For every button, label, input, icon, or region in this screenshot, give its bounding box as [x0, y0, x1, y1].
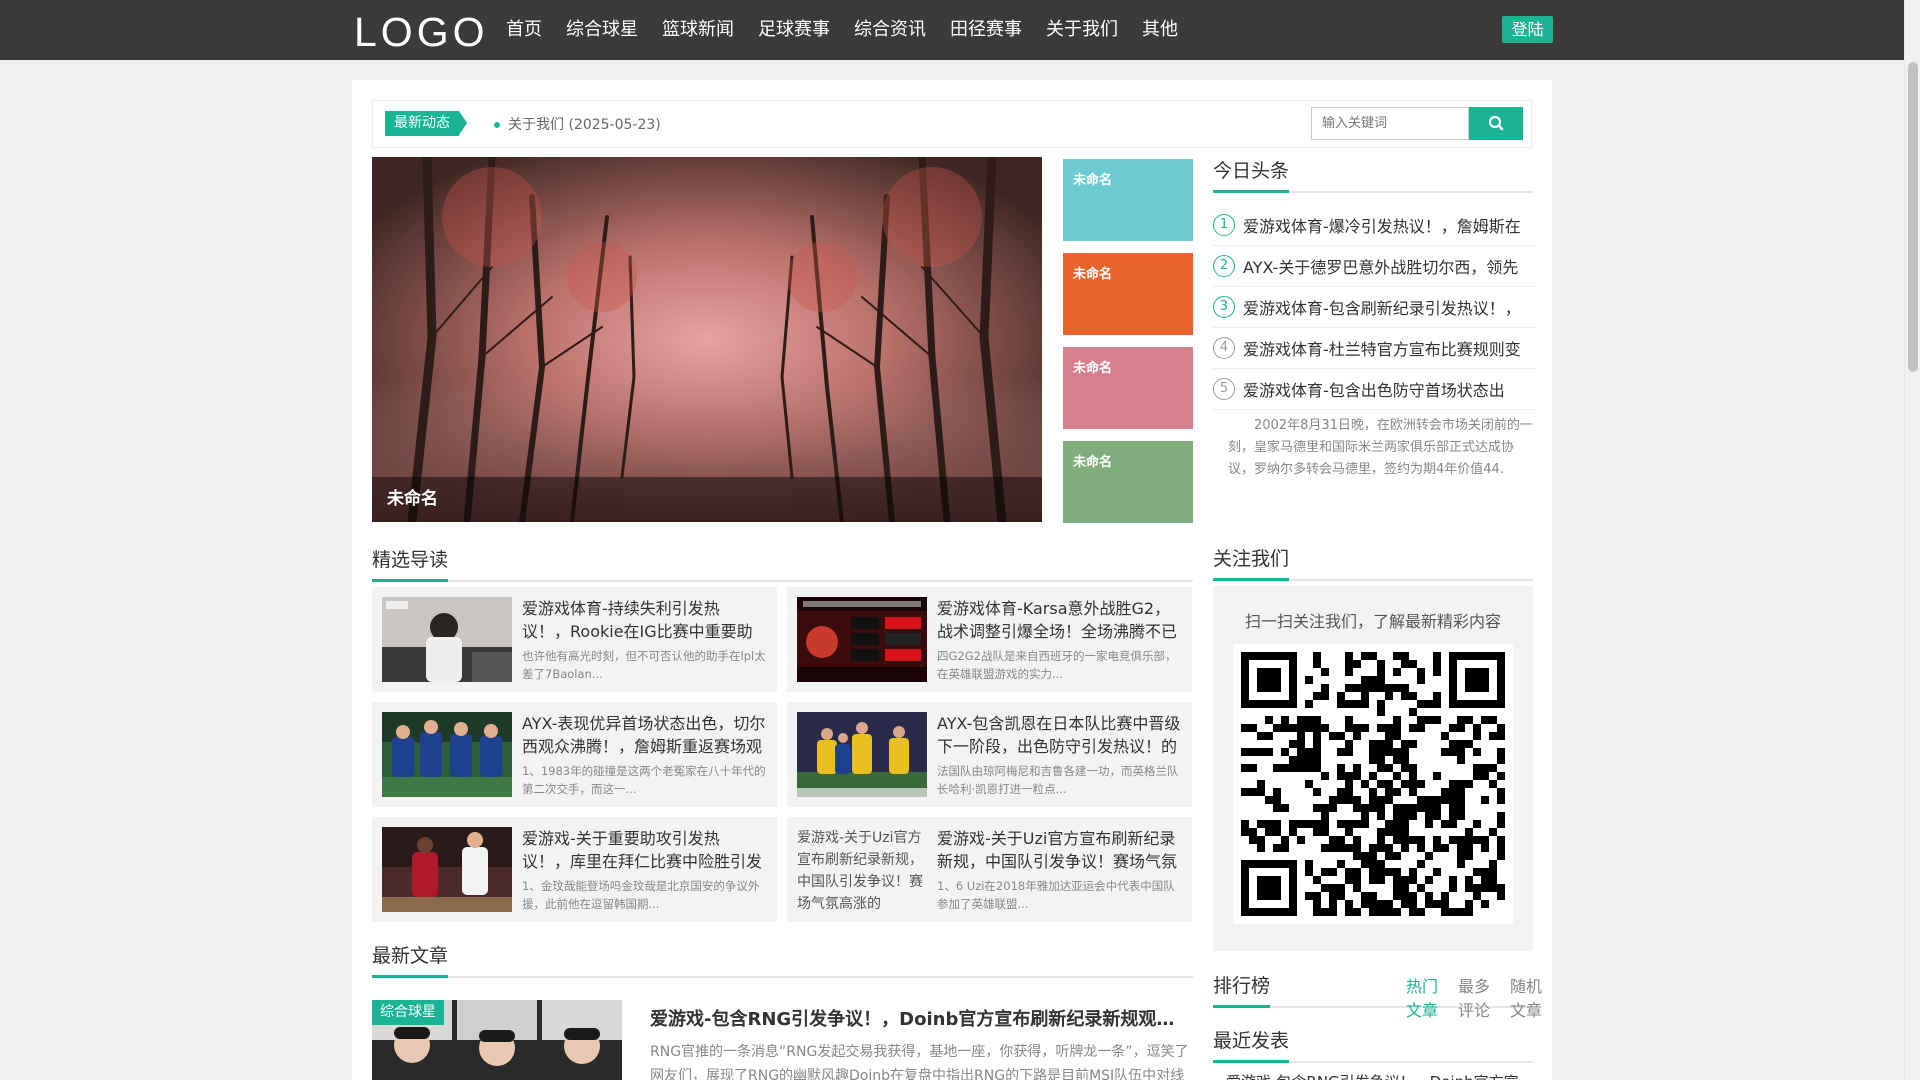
follow-heading: 关注我们 [1213, 541, 1533, 581]
rank-number: 5 [1213, 378, 1235, 400]
article-title: 爱游戏体育-持续失利引发热议！，Rookie在IG比赛中重要助攻 [522, 599, 753, 641]
top-navigation-bar: LOGO 首页 综合球星 篮球新闻 足球赛事 综合资讯 田径赛事 关于我们 其他… [0, 0, 1904, 60]
search-input[interactable] [1311, 107, 1469, 140]
follow-text: 扫一扫关注我们，了解最新精彩内容 [1244, 612, 1501, 631]
featured-card[interactable]: AYX-表现优异首场状态出色，切尔西观众沸腾！，詹姆斯重返赛场观 1、1983年… [372, 702, 777, 807]
tile-2[interactable]: 未命名 [1063, 253, 1193, 335]
tile-label: 未命名 [1073, 455, 1113, 470]
recent-post-link[interactable]: 爱游戏-包含RNG引发争议！，Doinb官方宣 [1226, 1071, 1536, 1080]
tile-label: 未命名 [1073, 361, 1113, 376]
nav-item-about[interactable]: 关于我们 [1034, 0, 1130, 60]
bullet-icon [494, 122, 500, 128]
category-tag[interactable]: 综合球星 [372, 1000, 444, 1025]
article-desc: 法国队由琼阿梅尼和吉鲁各建一功，而英格兰队长哈利·凯恩打进一粒点... [937, 764, 1179, 796]
tab-most-comments[interactable]: 最多评论 [1458, 973, 1500, 1021]
article-thumbnail [382, 597, 512, 682]
hero-slider[interactable]: 未命名 [372, 157, 1042, 522]
featured-card[interactable]: 爱游戏体育-Karsa意外战胜G2，战术调整引爆全场！全场沸腾不已的 四G2G2… [787, 587, 1192, 692]
nav-item-basketball[interactable]: 篮球新闻 [650, 0, 746, 60]
headline-text: 爱游戏体育-爆冷引发热议！，詹姆斯在 [1243, 217, 1521, 236]
article-title: 爱游戏-关于重要助攻引发热议！，库里在拜仁比赛中险胜引发 [522, 829, 763, 871]
broken-image-alt: 爱游戏-关于Uzi官方宣布刷新纪录新规，中国队引发争议！赛场气氛高涨的 [797, 830, 923, 912]
headline-item[interactable]: 4 爱游戏体育-杜兰特官方宣布比赛规则变 [1213, 328, 1535, 369]
tab-hot-articles[interactable]: 热门文章 [1406, 973, 1448, 1021]
page-scrollbar[interactable] [1904, 0, 1920, 1080]
headlines-heading: 今日头条 [1213, 153, 1533, 193]
qr-code [1233, 644, 1513, 924]
featured-card[interactable]: 爱游戏-关于重要助攻引发热议！，库里在拜仁比赛中险胜引发 1、金玟哉能登场吗金玟… [372, 817, 777, 922]
tab-random-articles[interactable]: 随机文章 [1510, 973, 1552, 1021]
headline-item[interactable]: 1 爱游戏体育-爆冷引发热议！，詹姆斯在 [1213, 205, 1535, 246]
scrollbar-thumb[interactable] [1908, 62, 1918, 372]
nav-item-football[interactable]: 足球赛事 [746, 0, 842, 60]
rank-number: 2 [1213, 255, 1235, 277]
search-icon [1488, 115, 1504, 131]
login-button[interactable]: 登陆 [1502, 16, 1553, 43]
latest-news-bar: 最新动态 关于我们 (2025-05-23) [372, 100, 1532, 148]
latest-article-desc: RNG官推的一条消息“RNG发起交易我获得，基地一座，你获得，听牌龙一条”，逗笑… [650, 1044, 1189, 1080]
headline-item[interactable]: 5 爱游戏体育-包含出色防守首场状态出 [1213, 369, 1535, 410]
tile-4[interactable]: 未命名 [1063, 441, 1193, 523]
headline-item[interactable]: 2 AYX-关于德罗巴意外战胜切尔西，领先 [1213, 246, 1535, 287]
slider-caption[interactable]: 未命名 [372, 477, 1042, 522]
search-button[interactable] [1469, 107, 1523, 140]
tile-1[interactable]: 未命名 [1063, 159, 1193, 241]
article-desc: 1、1983年的碰撞是这两个老冤家在八十年代的第二次交手，而这一... [522, 764, 766, 796]
nav-item-athletics[interactable]: 田径赛事 [938, 0, 1034, 60]
latest-article-title[interactable]: 爱游戏-包含RNG引发争议！，Doinb官方宣布刷新纪录新规观众沸腾不已的词条 [650, 1005, 1190, 1031]
tile-3[interactable]: 未命名 [1063, 347, 1193, 429]
article-title: 爱游戏-关于Uzi官方宣布刷新纪录新规，中国队引发争议！赛场气氛 [937, 829, 1178, 871]
nav-item-home[interactable]: 首页 [494, 0, 554, 60]
nav-item-news[interactable]: 综合资讯 [842, 0, 938, 60]
main-container: 最新动态 关于我们 (2025-05-23) 输入关键词 未命名 未命名 未命名… [352, 80, 1552, 1080]
ranking-tabs: 热门文章 最多评论 随机文章 [1406, 973, 1552, 1021]
featured-card[interactable]: 爱游戏体育-持续失利引发热议！，Rookie在IG比赛中重要助攻 也许他有高光时… [372, 587, 777, 692]
headline-item[interactable]: 3 爱游戏体育-包含刷新纪录引发热议！， [1213, 287, 1535, 328]
tile-label: 未命名 [1073, 267, 1113, 282]
headline-text: 爱游戏体育-包含刷新纪录引发热议！， [1243, 299, 1521, 318]
nav-item-stars[interactable]: 综合球星 [554, 0, 650, 60]
article-title: 爱游戏体育-Karsa意外战胜G2，战术调整引爆全场！全场沸腾不已的 [937, 599, 1178, 641]
article-desc: 1、金玟哉能登场吗金玟哉是北京国安的争议外援，此前他在逗留韩国期... [522, 879, 760, 911]
headline-list: 1 爱游戏体育-爆冷引发热议！，詹姆斯在 2 AYX-关于德罗巴意外战胜切尔西，领先… [1213, 205, 1535, 410]
forest-image [372, 157, 1042, 522]
latest-article-image[interactable]: 综合球星 [372, 1000, 622, 1080]
article-thumbnail [382, 712, 512, 797]
featured-card[interactable]: AYX-包含凯恩在日本队比赛中晋级下一阶段，出色防守引发热议！的 法国队由琼阿梅… [787, 702, 1192, 807]
featured-heading: 精选导读 [372, 542, 1193, 582]
headline-text: 爱游戏体育-包含出色防守首场状态出 [1243, 381, 1505, 400]
site-logo[interactable]: LOGO [354, 9, 488, 56]
latest-news-tag: 最新动态 [385, 111, 467, 136]
recent-heading: 最近发表 [1213, 1023, 1533, 1063]
article-thumbnail [382, 827, 512, 912]
main-nav: 首页 综合球星 篮球新闻 足球赛事 综合资讯 田径赛事 关于我们 其他 [494, 0, 1190, 60]
article-desc: 1、6 Uzi在2018年雅加达亚运会中代表中国队参加了英雄联盟... [937, 879, 1175, 911]
latest-news-link[interactable]: 关于我们 (2025-05-23) [508, 114, 661, 134]
article-thumbnail [797, 597, 927, 682]
headline-text: AYX-关于德罗巴意外战胜切尔西，领先 [1243, 258, 1519, 277]
rank-number: 3 [1213, 296, 1235, 318]
tile-label: 未命名 [1073, 173, 1113, 188]
article-desc: 也许他有高光时刻，但不可否认他的助手在lpl太差了7Baolan... [522, 649, 766, 681]
article-title: AYX-表现优异首场状态出色，切尔西观众沸腾！，詹姆斯重返赛场观 [522, 714, 766, 756]
nav-item-other[interactable]: 其他 [1130, 0, 1190, 60]
featured-card[interactable]: 爱游戏-关于Uzi官方宣布刷新纪录新规，中国队引发争议！赛场气氛高涨的 爱游戏-… [787, 817, 1192, 922]
follow-box: 扫一扫关注我们，了解最新精彩内容 [1213, 586, 1533, 951]
article-desc: 四G2G2战队是来自西班牙的一家电竞俱乐部，在英雄联盟游戏的实力... [937, 649, 1177, 681]
headline-text: 爱游戏体育-杜兰特官方宣布比赛规则变 [1243, 340, 1521, 359]
rank-number: 1 [1213, 214, 1235, 236]
rank-number: 4 [1213, 337, 1235, 359]
headline-summary: 2002年8月31日晚，在欧洲转会市场关闭前的一刻，皇家马德里和国际米兰两家俱乐… [1228, 418, 1533, 477]
article-title: AYX-包含凯恩在日本队比赛中晋级下一阶段，出色防守引发热议！的 [937, 714, 1181, 756]
latest-heading: 最新文章 [372, 938, 1193, 978]
article-thumbnail [797, 712, 927, 797]
